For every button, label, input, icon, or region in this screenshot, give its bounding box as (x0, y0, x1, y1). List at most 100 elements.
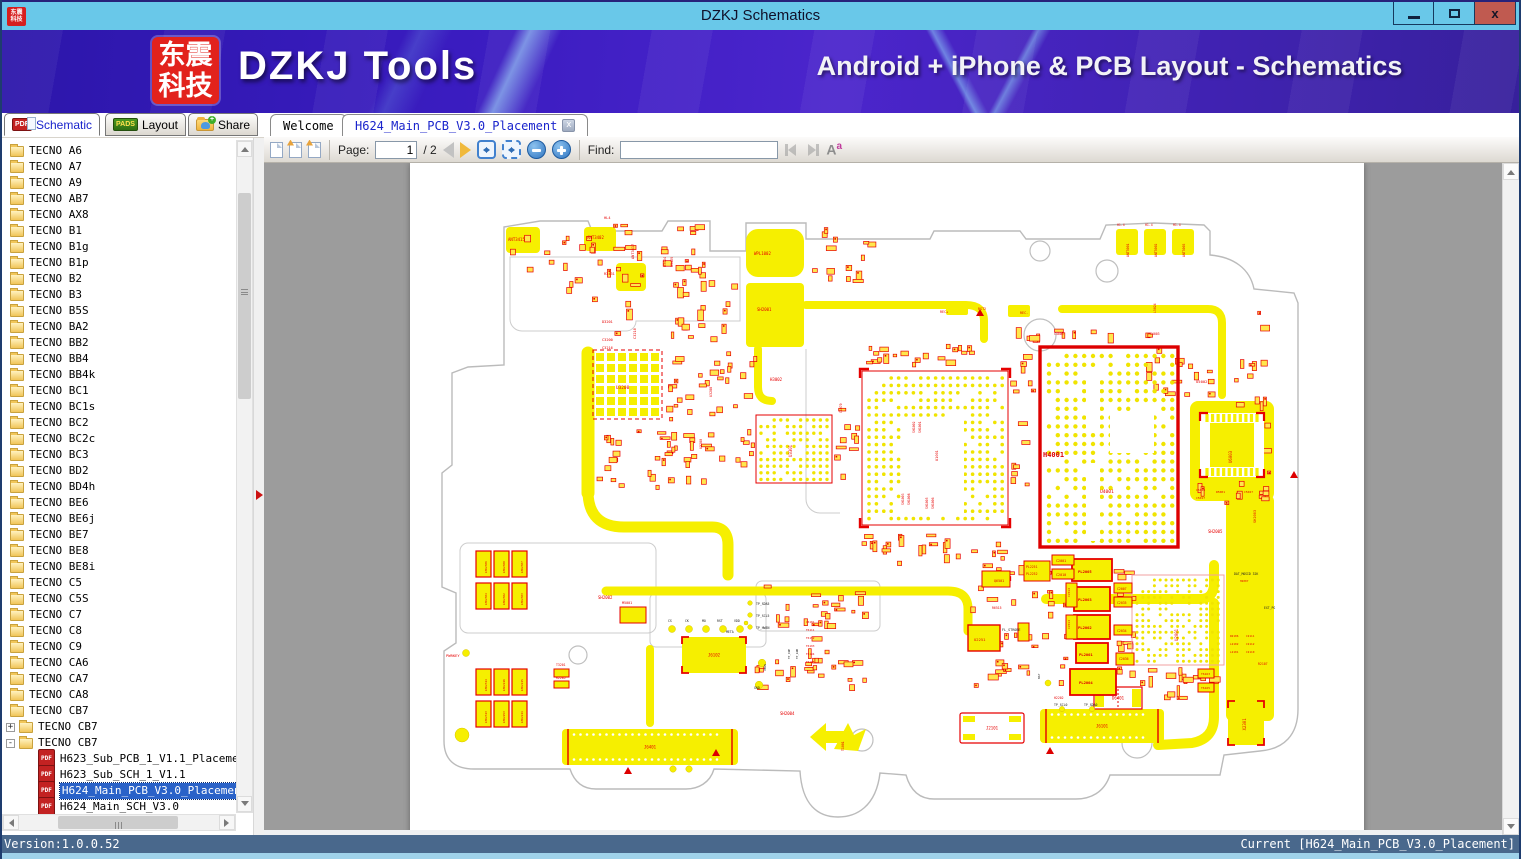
pdf-page[interactable]: J6401 J6101 J2101 J6102 D6401 X2301 ANT3415 ANT… (410, 163, 1364, 835)
tree-item[interactable]: TECNO CB7 (2, 703, 236, 719)
tree-item[interactable]: TECNO C5 (2, 575, 236, 591)
tree-item-label: TECNO BB2 (29, 336, 89, 349)
tab-welcome[interactable]: Welcome (270, 114, 347, 136)
zoom-in-button[interactable] (551, 140, 571, 159)
tree-item[interactable]: TECNO AX8 (2, 207, 236, 223)
tree-item[interactable]: TECNO A6 (2, 143, 236, 159)
tree-item-label: H624_Main_PCB_V3.0_Placement (58, 782, 236, 800)
svg-text:T6193: T6193 (806, 644, 815, 648)
tree-item[interactable]: TECNO BC3 (2, 447, 236, 463)
tree-item[interactable]: TECNO C8 (2, 623, 236, 639)
next-page-button[interactable] (459, 141, 471, 158)
close-tab-icon[interactable]: x (562, 119, 576, 132)
tab-document-active[interactable]: H624_Main_PCB_V3.0_Placement x (342, 114, 589, 136)
tree-item[interactable]: PDF H624_Main_PCB_V3.0_Placement (2, 781, 236, 801)
tree-item[interactable]: TECNO B1g (2, 239, 236, 255)
tree-item[interactable]: TECNO B1 (2, 223, 236, 239)
scroll-up-button[interactable] (1503, 163, 1519, 180)
tree-item[interactable]: TECNO BE7 (2, 527, 236, 543)
scroll-right-button[interactable] (219, 815, 235, 830)
tree-item[interactable]: TECNO C7 (2, 607, 236, 623)
scrollbar-thumb[interactable] (238, 193, 251, 399)
tab-schematic[interactable]: PDF Schematic (4, 113, 101, 136)
svg-text:L2102: L2102 (1230, 642, 1239, 646)
svg-text:U3200: U3200 (616, 385, 630, 391)
document-vertical-scrollbar[interactable] (1502, 163, 1519, 835)
tree-item[interactable]: TECNO A9 (2, 175, 236, 191)
tree-item[interactable]: TECNO BD2 (2, 463, 236, 479)
pdf-icon: PDF (12, 117, 36, 131)
tree-item[interactable]: TECNO BE8i (2, 559, 236, 575)
folder-icon (10, 479, 24, 493)
fit-width-button[interactable] (476, 140, 496, 159)
sidebar-horizontal-scrollbar[interactable] (2, 814, 236, 831)
tree-item[interactable]: TECNO BA2 (2, 319, 236, 335)
match-case-icon[interactable]: Aa (826, 141, 842, 158)
maximize-button[interactable] (1434, 2, 1475, 25)
tree-item-label: TECNO BE8 (29, 544, 89, 557)
svg-text:C2014: C2014 (1067, 588, 1071, 597)
scroll-down-button[interactable] (1503, 818, 1519, 835)
tree-item[interactable]: TECNO A7 (2, 159, 236, 175)
svg-text:C2112: C2112 (1246, 642, 1255, 646)
page-number-input[interactable] (375, 140, 418, 159)
tree-item[interactable]: TECNO C9 (2, 639, 236, 655)
tree-item[interactable]: TECNO B1p (2, 255, 236, 271)
tree-item-label: TECNO CA6 (29, 656, 89, 669)
single-page-icon[interactable] (270, 141, 283, 158)
tree-item[interactable]: TECNO CA6 (2, 655, 236, 671)
tab-share[interactable]: + Share (188, 113, 259, 136)
tree-item[interactable]: TECNO BB2 (2, 335, 236, 351)
minimize-button[interactable] (1393, 2, 1434, 25)
tree-item[interactable]: TECNO B5S (2, 303, 236, 319)
minimize-icon (1407, 15, 1420, 19)
svg-text:PL2004: PL2004 (1079, 680, 1093, 685)
tree-item[interactable]: TECNO BC2c (2, 431, 236, 447)
scroll-left-button[interactable] (3, 815, 19, 830)
zoom-out-button[interactable] (526, 140, 546, 159)
previous-page-button[interactable] (442, 141, 454, 158)
tree-item[interactable]: TECNO BC1 (2, 383, 236, 399)
tree-item[interactable]: TECNO CA7 (2, 671, 236, 687)
tree-item[interactable]: TECNO BC1s (2, 399, 236, 415)
scrollbar-thumb[interactable] (58, 816, 178, 829)
tree-item[interactable]: TECNO BB4k (2, 367, 236, 383)
find-next-icon[interactable] (805, 143, 820, 156)
tree-item[interactable]: PDF H623_Sub_SCH_1_V1.1 (2, 765, 236, 785)
tree-item[interactable]: TECNO BC2 (2, 415, 236, 431)
continuous-pages-icon[interactable] (308, 141, 321, 158)
tree-item[interactable]: TECNO BB4 (2, 351, 236, 367)
tree-item[interactable]: TECNO AB7 (2, 191, 236, 207)
close-button[interactable]: x (1475, 2, 1516, 25)
tree-item[interactable]: TECNO B2 (2, 271, 236, 287)
sidebar-vertical-scrollbar[interactable] (236, 140, 253, 813)
tree-item[interactable]: TECNO BE8 (2, 543, 236, 559)
facing-pages-icon[interactable] (289, 141, 302, 158)
svg-text:REC-: REC- (1020, 311, 1028, 315)
find-input[interactable] (620, 140, 779, 159)
tree-item[interactable]: + TECNO CB7 (2, 719, 236, 735)
tree-item[interactable]: TECNO C5S (2, 591, 236, 607)
tree-item[interactable]: TECNO BD4h (2, 479, 236, 495)
svg-text:PL2251: PL2251 (1026, 565, 1038, 569)
svg-text:LED2303: LED2303 (520, 593, 524, 605)
tree-item[interactable]: TECNO BE6j (2, 511, 236, 527)
tree-item[interactable]: TECNO BE6 (2, 495, 236, 511)
svg-text:T3201: T3201 (556, 663, 566, 667)
tree-item[interactable]: TECNO B3 (2, 287, 236, 303)
tree-item[interactable]: TECNO CA8 (2, 687, 236, 703)
find-previous-icon[interactable] (784, 143, 799, 156)
sidebar-splitter[interactable] (253, 138, 264, 835)
page-label: Page: (338, 142, 370, 157)
expander-icon: + (6, 721, 15, 732)
tree-item[interactable]: PDF H623_Sub_PCB_1_V1.1_Placement (2, 749, 236, 769)
svg-text:SH1005: SH1005 (925, 497, 929, 509)
scroll-down-button[interactable] (237, 796, 252, 812)
tree-item[interactable]: PDF H624_Main_SCH_V3.0 (2, 797, 236, 815)
tree-item[interactable]: - TECNO CB7 (2, 735, 236, 751)
scroll-up-button[interactable] (237, 141, 252, 157)
svg-text:SH1006: SH1006 (931, 497, 935, 509)
svg-text:PL2252: PL2252 (1026, 572, 1038, 576)
tab-layout[interactable]: PADS Layout (105, 113, 186, 136)
fit-page-button[interactable] (501, 140, 521, 159)
